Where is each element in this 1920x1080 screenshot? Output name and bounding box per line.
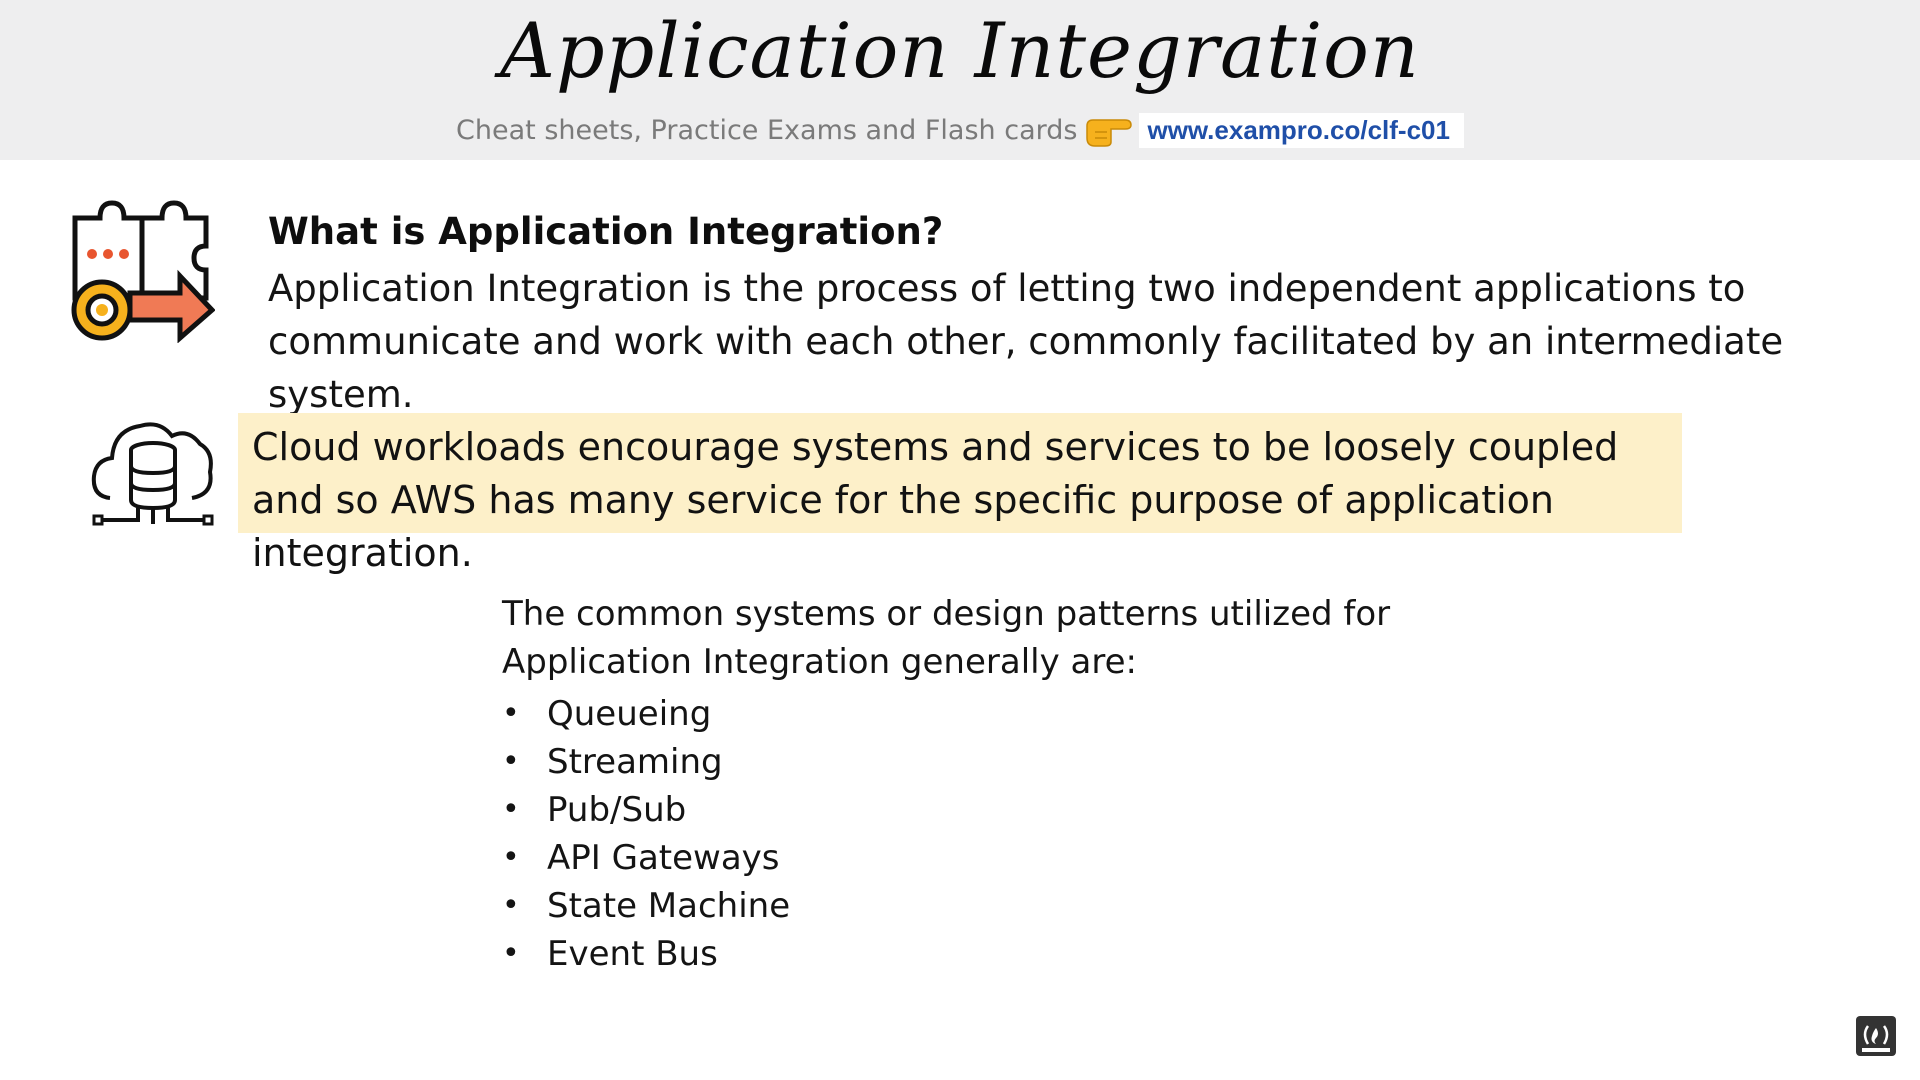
list-item-label: State Machine bbox=[547, 886, 791, 926]
slide-header: Application Integration Cheat sheets, Pr… bbox=[0, 0, 1920, 160]
bullet: • bbox=[502, 888, 520, 923]
patterns-list: • Queueing • Streaming • Pub/Sub • API Gatew… bbox=[502, 690, 790, 978]
list-item: • API Gateways bbox=[502, 834, 790, 882]
bullet: • bbox=[502, 744, 520, 779]
hand-pointing-right-icon bbox=[1086, 119, 1133, 147]
question-heading: What is Application Integration? bbox=[268, 210, 944, 253]
list-item: • Pub/Sub bbox=[502, 786, 790, 834]
bullet: • bbox=[502, 792, 520, 827]
bullet: • bbox=[502, 696, 520, 731]
bullet: • bbox=[502, 840, 520, 875]
subtitle-row: Cheat sheets, Practice Exams and Flash c… bbox=[0, 112, 1920, 148]
puzzle-gear-arrow-icon bbox=[71, 200, 215, 343]
list-item-label: Queueing bbox=[547, 694, 712, 734]
bullet: • bbox=[502, 936, 520, 971]
list-item-label: Pub/Sub bbox=[547, 790, 687, 830]
freecodecamp-icon[interactable] bbox=[1856, 1016, 1896, 1056]
cloud-database-icon bbox=[91, 422, 214, 526]
list-item-label: Streaming bbox=[547, 742, 723, 782]
definition-text: Application Integration is the process o… bbox=[268, 267, 1784, 416]
exampro-link[interactable]: www.exampro.co/clf-c01 bbox=[1139, 112, 1464, 148]
highlight-text: Cloud workloads encourage systems and se… bbox=[252, 425, 1619, 575]
list-item-label: API Gateways bbox=[547, 838, 780, 878]
patterns-intro: The common systems or design patterns ut… bbox=[502, 594, 1391, 682]
subtitle-text: Cheat sheets, Practice Exams and Flash c… bbox=[456, 114, 1078, 146]
highlight-box: Cloud workloads encourage systems and se… bbox=[238, 413, 1682, 575]
list-item: • Queueing bbox=[502, 690, 790, 738]
list-item: • State Machine bbox=[502, 882, 790, 930]
list-item: • Event Bus bbox=[502, 930, 790, 978]
list-item-label: Event Bus bbox=[547, 934, 718, 974]
list-item: • Streaming bbox=[502, 738, 790, 786]
slide-title: Application Integration bbox=[500, 6, 1420, 95]
